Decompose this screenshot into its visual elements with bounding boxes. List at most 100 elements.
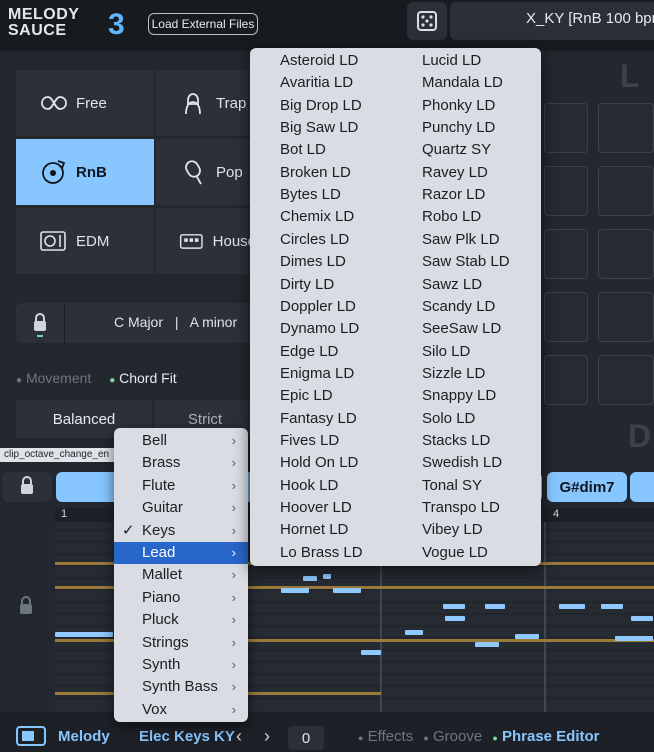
category-menu-item[interactable]: Flute › (114, 475, 248, 497)
pad[interactable] (544, 103, 588, 153)
tab-phrase-editor[interactable]: Phrase Editor (502, 728, 600, 745)
bar-number: 1 (61, 508, 68, 520)
lead-preset-item[interactable]: Fantasy LD (280, 408, 357, 430)
lead-preset-item[interactable]: Hornet LD (280, 519, 348, 541)
genre-free-button[interactable]: Free (16, 70, 154, 136)
genre-pop-button[interactable]: Pop (156, 139, 256, 205)
pad[interactable] (598, 229, 654, 279)
genre-house-button[interactable]: House (156, 208, 256, 274)
lead-preset-item[interactable]: Silo LD (422, 341, 470, 363)
pad[interactable] (544, 166, 588, 216)
category-menu-item[interactable]: Lead › (114, 542, 248, 564)
lead-preset-item[interactable]: Lo Brass LD (280, 542, 363, 564)
category-menu-item[interactable]: Brass › (114, 452, 248, 474)
lead-preset-item[interactable]: Quartz SY (422, 139, 491, 161)
instrument-name[interactable]: Elec Keys KY (139, 728, 235, 745)
pad[interactable] (598, 103, 654, 153)
tab-effects[interactable]: Effects (368, 728, 414, 745)
genre-edm-button[interactable]: EDM (16, 208, 154, 274)
lead-preset-item[interactable]: Vogue LD (422, 542, 488, 564)
next-instrument-button[interactable]: › (264, 726, 270, 747)
lead-preset-item[interactable]: Hoover LD (280, 497, 352, 519)
pad[interactable] (544, 229, 588, 279)
lead-preset-item[interactable]: Phonky LD (422, 95, 495, 117)
track-toggle[interactable] (16, 726, 46, 746)
category-menu-item[interactable]: ✓ Keys › (114, 520, 248, 542)
category-menu-item[interactable]: Guitar › (114, 497, 248, 519)
pad[interactable] (544, 355, 588, 405)
tab-groove[interactable]: Groove (433, 728, 482, 745)
chord-lock-button[interactable] (2, 472, 52, 502)
pad[interactable] (544, 292, 588, 342)
lead-preset-item[interactable]: Broken LD (280, 162, 351, 184)
category-menu-item[interactable]: Mallet › (114, 564, 248, 586)
lead-preset-item[interactable]: Circles LD (280, 229, 349, 251)
lead-preset-item[interactable]: Bytes LD (280, 184, 341, 206)
tab-dot: ● (358, 733, 364, 743)
chevron-right-icon: › (231, 455, 236, 471)
lead-preset-item[interactable]: Dirty LD (280, 274, 334, 296)
lead-preset-item[interactable]: Transpo LD (422, 497, 500, 519)
lead-preset-item[interactable]: Swedish LD (422, 452, 502, 474)
randomize-button[interactable] (407, 2, 447, 40)
lead-preset-item[interactable]: Sizzle LD (422, 363, 485, 385)
load-external-files-button[interactable]: Load External Files (148, 13, 258, 35)
category-menu-label: Mallet (142, 566, 183, 584)
lock-icon[interactable] (0, 508, 52, 712)
lead-preset-item[interactable]: Big Saw LD (280, 117, 358, 139)
lead-preset-item[interactable]: Saw Plk LD (422, 229, 500, 251)
lead-preset-item[interactable]: Big Drop LD (280, 95, 362, 117)
lead-preset-item[interactable]: Saw Stab LD (422, 251, 510, 273)
chord-chip-next[interactable] (630, 472, 654, 502)
lead-preset-item[interactable]: Razor LD (422, 184, 485, 206)
lead-preset-item[interactable]: Chemix LD (280, 206, 354, 228)
category-menu-label: Piano (142, 588, 181, 606)
lead-preset-item[interactable]: SeeSaw LD (422, 318, 501, 340)
lead-preset-item[interactable]: Solo LD (422, 408, 475, 430)
category-menu-item[interactable]: Pluck › (114, 609, 248, 631)
lead-preset-item[interactable]: Epic LD (280, 385, 333, 407)
lead-preset-item[interactable]: Asteroid LD (280, 50, 358, 72)
category-menu-item[interactable]: Vox › (114, 699, 248, 721)
lead-preset-item[interactable]: Scandy LD (422, 296, 495, 318)
category-menu-item[interactable]: Synth › (114, 654, 248, 676)
lead-preset-item[interactable]: Ravey LD (422, 162, 488, 184)
lead-preset-item[interactable]: Tonal SY (422, 475, 482, 497)
category-menu-item[interactable]: Bell › (114, 430, 248, 452)
lead-preset-item[interactable]: Dynamo LD (280, 318, 359, 340)
lead-preset-item[interactable]: Hook LD (280, 475, 338, 497)
category-menu-item[interactable]: Strings › (114, 632, 248, 654)
pad[interactable] (598, 355, 654, 405)
tab-chord-fit[interactable]: Chord Fit (119, 370, 177, 386)
lead-preset-item[interactable]: Doppler LD (280, 296, 356, 318)
lead-preset-item[interactable]: Avaritia LD (280, 72, 353, 94)
key-lock-button[interactable] (16, 303, 65, 343)
lead-preset-item[interactable]: Lucid LD (422, 50, 481, 72)
tab-movement[interactable]: Movement (26, 370, 91, 386)
lead-preset-item[interactable]: Mandala LD (422, 72, 503, 94)
lead-preset-item[interactable]: Bot LD (280, 139, 326, 161)
lead-preset-item[interactable]: Edge LD (280, 341, 338, 363)
lead-preset-item[interactable]: Punchy LD (422, 117, 495, 139)
lead-preset-item[interactable]: Hold On LD (280, 452, 358, 474)
pad[interactable] (598, 292, 654, 342)
lead-preset-item[interactable]: Stacks LD (422, 430, 490, 452)
chevron-right-icon: › (231, 634, 236, 650)
category-menu-item[interactable]: Synth Bass › (114, 676, 248, 698)
category-menu-item[interactable]: Piano › (114, 587, 248, 609)
lead-preset-item[interactable]: Fives LD (280, 430, 339, 452)
genre-trap-button[interactable]: Trap (156, 70, 256, 136)
octave-field[interactable]: 0 (288, 726, 324, 750)
genre-label: Pop (216, 163, 243, 181)
lead-preset-item[interactable]: Vibey LD (422, 519, 483, 541)
genre-rnb-button[interactable]: RnB (16, 139, 154, 205)
chord-chip[interactable]: G#dim7 (547, 472, 627, 502)
pad[interactable] (598, 166, 654, 216)
mode-tabs: ● Movement ● Chord Fit (16, 370, 177, 386)
lead-preset-item[interactable]: Snappy LD (422, 385, 496, 407)
lead-preset-item[interactable]: Dimes LD (280, 251, 346, 273)
lead-preset-item[interactable]: Enigma LD (280, 363, 354, 385)
lead-preset-item[interactable]: Sawz LD (422, 274, 482, 296)
lead-preset-item[interactable]: Robo LD (422, 206, 481, 228)
prev-instrument-button[interactable]: ‹ (236, 726, 242, 747)
